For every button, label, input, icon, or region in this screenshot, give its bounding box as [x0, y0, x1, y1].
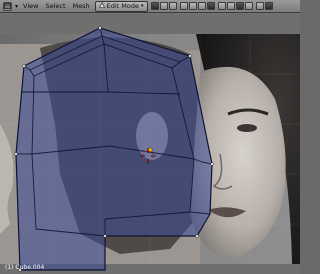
- shading-group: [150, 2, 177, 10]
- menu-view[interactable]: View: [21, 2, 40, 11]
- manipulator-icon[interactable]: [206, 2, 215, 10]
- viewport-canvas: [0, 26, 300, 272]
- object-status-label: (1) Cube.004: [5, 264, 45, 271]
- render-icon[interactable]: [255, 2, 264, 10]
- render-group: [255, 2, 273, 10]
- layer-icon[interactable]: [226, 2, 235, 10]
- mesh-face-fill: [15, 27, 213, 271]
- mode-dropdown[interactable]: Edit Mode ▾: [94, 0, 148, 12]
- pivot-icon[interactable]: [159, 2, 168, 10]
- editor-type-icon[interactable]: [3, 1, 12, 11]
- edit-mode-icon: [98, 1, 105, 11]
- 3d-viewport[interactable]: (1) Cube.004: [0, 14, 300, 274]
- frontal-eye: [237, 124, 257, 132]
- edit-mesh[interactable]: [14, 26, 214, 272]
- shading-icon[interactable]: [150, 2, 159, 10]
- face-select-icon[interactable]: [197, 2, 206, 10]
- layer-group: [217, 2, 253, 10]
- viewport-header: ▾ View Select Mesh Edit Mode ▾: [0, 0, 300, 13]
- edge-select-icon[interactable]: [188, 2, 197, 10]
- vertex-select-icon[interactable]: [179, 2, 188, 10]
- render-anim-icon[interactable]: [264, 2, 273, 10]
- collapse-icon[interactable]: ▾: [15, 3, 18, 10]
- chevron-down-icon: ▾: [141, 2, 144, 9]
- menu-select[interactable]: Select: [43, 2, 67, 11]
- menu-mesh[interactable]: Mesh: [71, 2, 92, 11]
- select-mode-group: [179, 2, 215, 10]
- blender-window: ▾ View Select Mesh Edit Mode ▾ (1) Cube.…: [0, 0, 300, 274]
- mode-label: Edit Mode: [106, 1, 140, 10]
- proportional-icon[interactable]: [168, 2, 177, 10]
- snap-target-icon[interactable]: [244, 2, 253, 10]
- snap-icon[interactable]: [235, 2, 244, 10]
- layer-icon[interactable]: [217, 2, 226, 10]
